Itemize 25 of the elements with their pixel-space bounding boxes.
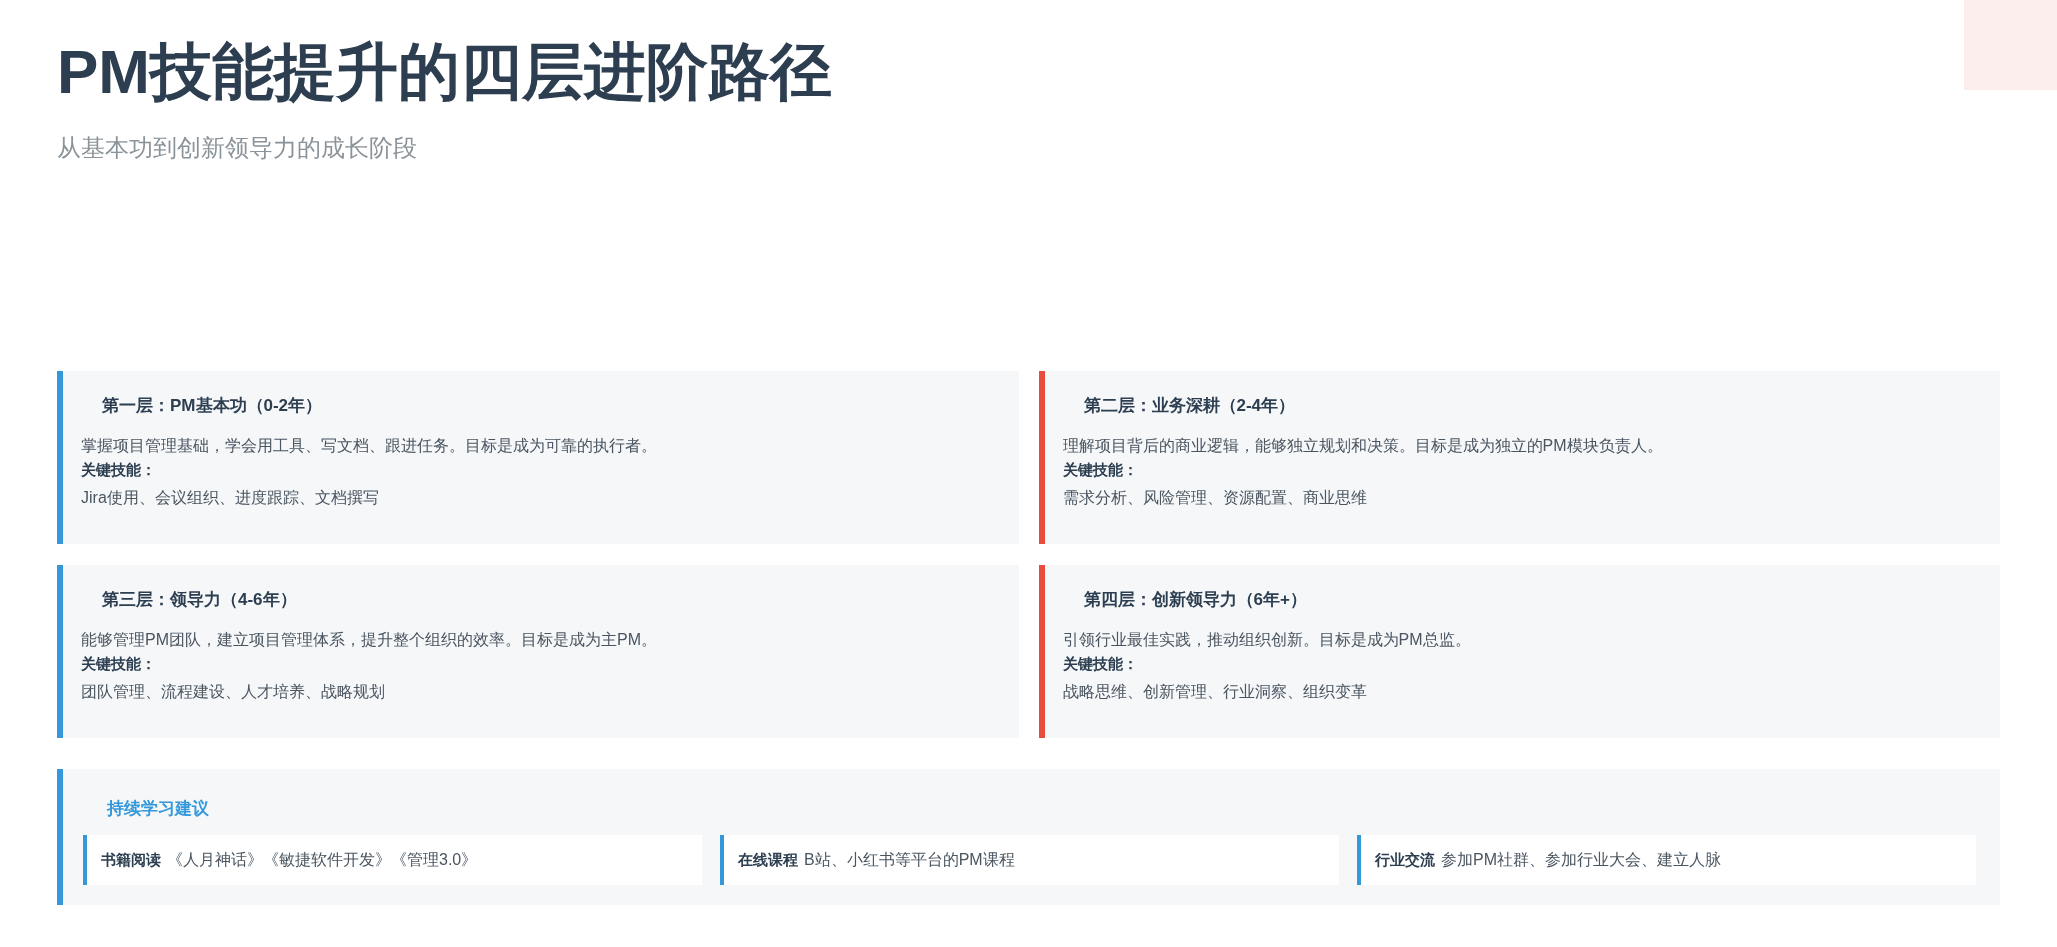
skills-label: 关键技能： [81,654,156,674]
suggestion-text: 参加PM社群、参加行业大会、建立人脉 [1441,850,1721,870]
suggestion-text: B站、小红书等平台的PM课程 [804,850,1015,870]
skills-label: 关键技能： [1062,460,1138,480]
page-title: PM技能提升的四层进阶路径 [57,36,832,108]
card-heading: 第一层：PM基本功（0-2年） [102,395,323,417]
skills-list: 需求分析、风险管理、资源配置、商业思维 [1062,486,1367,510]
suggestion-text: 《人月神话》《敏捷软件开发》《管理3.0》 [167,850,478,870]
card-description: 引领行业最佳实践，推动组织创新。目标是成为PM总监。 [1062,630,1471,650]
suggestion-label: 书籍阅读 [101,849,161,870]
page-subtitle: 从基本功到创新领导力的成长阶段 [57,133,417,163]
skills-list: 团队管理、流程建设、人才培养、战略规划 [81,680,385,704]
card-heading: 第二层：业务深耕（2-4年） [1083,395,1296,417]
suggestion-label: 行业交流 [1375,849,1435,870]
card-description: 理解项目背后的商业逻辑，能够独立规划和决策。目标是成为独立的PM模块负责人。 [1062,436,1663,456]
learning-title: 持续学习建议 [107,798,209,820]
skills-label: 关键技能： [1062,654,1138,674]
skills-label: 关键技能： [81,460,156,480]
card-description: 掌握项目管理基础，学会用工具、写文档、跟进任务。目标是成为可靠的执行者。 [81,436,657,456]
skills-list: 战略思维、创新管理、行业洞察、组织变革 [1062,680,1367,704]
card-heading: 第四层：创新领导力（6年+） [1083,589,1307,611]
suggestion-label: 在线课程 [738,849,798,870]
skills-list: Jira使用、会议组织、进度跟踪、文档撰写 [81,486,379,510]
card-description: 能够管理PM团队，建立项目管理体系，提升整个组织的效率。目标是成为主PM。 [81,630,657,650]
card-heading: 第三层：领导力（4-6年） [102,589,297,611]
